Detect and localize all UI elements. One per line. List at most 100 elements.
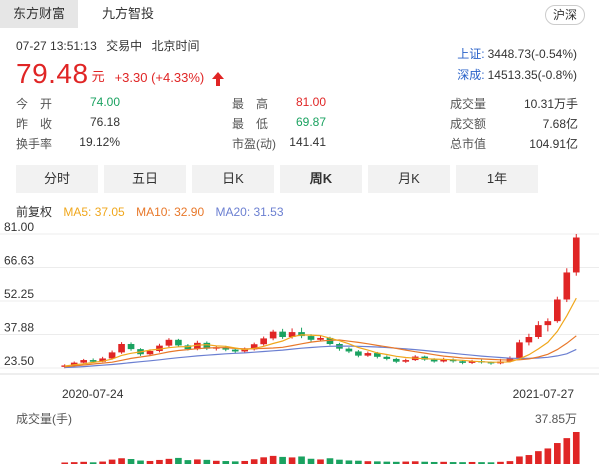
stat-label: 市盈(动): [232, 137, 276, 151]
stat-value: 76.18: [89, 115, 120, 129]
candle-body: [279, 331, 286, 338]
stat-label: 今 开: [16, 97, 53, 111]
stat-label: 最 高: [232, 97, 269, 111]
stat-row: 换手率 19.12% 市盈(动) 141.41 总市值 104.91亿: [16, 133, 581, 153]
stat-label: 成交额: [450, 117, 487, 131]
candle-body: [430, 359, 438, 362]
candle-body: [146, 350, 154, 355]
index-shanghai[interactable]: 上证: 3448.73(-0.54%): [457, 45, 577, 62]
top-tab-bar: 东方财富 九方智投 沪深: [0, 0, 599, 30]
y-tick-label: 37.88: [4, 321, 34, 335]
candle-body: [307, 336, 315, 340]
period-tab[interactable]: 月K: [368, 165, 450, 193]
period-tab[interactable]: 1年: [456, 165, 538, 193]
candle-body: [269, 331, 277, 339]
x-tick-label: 2021-07-27: [513, 387, 575, 401]
volume-bar: [165, 458, 173, 464]
volume-bar: [127, 459, 135, 464]
volume-bar: [203, 459, 211, 464]
index-name: 深成:: [457, 68, 485, 82]
y-tick-label: 66.63: [4, 254, 34, 268]
candle-body: [89, 360, 97, 362]
stat-value: 104.91亿: [529, 137, 578, 151]
quote-datetime: 07-27 13:51:13: [16, 39, 97, 53]
candle-body: [317, 337, 324, 340]
stat-row: 昨 收 76.18 最 低 69.87 成交额 7.68亿: [16, 113, 581, 133]
period-tab[interactable]: 分时: [16, 165, 98, 193]
candle-body: [364, 353, 372, 356]
volume-bar: [108, 459, 116, 464]
period-tab-bar: 分时 五日 日K 周K 月K 1年: [16, 165, 581, 193]
volume-bar: [288, 457, 296, 464]
stat-label: 总市值: [450, 137, 487, 151]
candle-body: [165, 339, 173, 346]
stat-label: 换手率: [16, 137, 53, 151]
current-price: 79.48: [16, 58, 89, 89]
y-tick-label: 23.50: [4, 354, 34, 368]
volume-chart[interactable]: [0, 428, 599, 464]
candle-body: [127, 343, 135, 350]
trading-status: 交易中: [106, 39, 143, 53]
candlestick-chart[interactable]: 81.00 66.63 52.25 37.88 23.50 2020-07-24 2021-…: [0, 222, 599, 408]
market-select-button[interactable]: 沪深: [544, 5, 585, 25]
candle-body: [563, 272, 571, 300]
volume-bar: [525, 455, 533, 464]
volume-bar: [260, 457, 267, 464]
volume-bar: [194, 459, 201, 464]
stat-value: 7.68亿: [542, 117, 578, 131]
tab-jiufang[interactable]: 九方智投: [92, 0, 164, 28]
candle-body: [175, 339, 182, 346]
period-tab[interactable]: 五日: [104, 165, 186, 193]
volume-bar: [307, 458, 315, 464]
price-unit: 元: [91, 69, 105, 84]
stat-value: 74.00: [89, 95, 120, 109]
volume-bar: [279, 456, 286, 464]
stat-value: 10.31万手: [523, 97, 578, 111]
volume-bar: [336, 459, 343, 464]
volume-bar: [175, 457, 182, 464]
volume-bar: [345, 460, 353, 464]
up-arrow-icon: [212, 72, 225, 86]
stat-value: 69.87: [295, 115, 326, 129]
index-shenzhen[interactable]: 深成: 14513.35(-0.8%): [457, 66, 577, 83]
ma-legend: 前复权 MA5: 37.05 MA10: 32.90 MA20: 31.53: [16, 203, 292, 220]
candle-body: [525, 337, 533, 343]
adjust-mode-label[interactable]: 前复权: [16, 205, 52, 219]
volume-bar: [118, 458, 125, 464]
volume-bar: [137, 460, 144, 464]
volume-bar: [563, 438, 571, 464]
candle-body: [392, 358, 400, 362]
period-tab[interactable]: 周K: [280, 165, 362, 193]
volume-bar: [317, 459, 324, 464]
candle-body: [260, 338, 267, 345]
volume-bar: [535, 451, 542, 464]
volume-bar: [184, 460, 192, 464]
volume-max-label: 37.85万: [534, 412, 577, 426]
candle-body: [402, 360, 410, 362]
stat-label: 最 低: [232, 117, 269, 131]
price-change: +3.30 (+4.33%): [114, 70, 205, 85]
candle-body: [345, 348, 353, 352]
timezone-label: 北京时间: [151, 39, 200, 53]
volume-bar: [516, 456, 523, 464]
price-row: 79.48 元 +3.30 (+4.33%): [16, 55, 225, 89]
candle-body: [544, 321, 552, 326]
period-tab[interactable]: 日K: [192, 165, 274, 193]
y-tick-label: 52.25: [4, 287, 34, 301]
candle-body: [572, 237, 580, 273]
volume-title: 成交量(手): [16, 412, 72, 426]
volume-bar: [544, 448, 552, 464]
volume-bar: [269, 455, 277, 464]
candle-body: [516, 342, 523, 358]
tab-eastmoney[interactable]: 东方财富: [0, 0, 78, 28]
index-value: 3448.73(-0.54%): [487, 47, 577, 61]
stat-value: 81.00: [295, 95, 326, 109]
volume-bar: [250, 459, 258, 464]
candle-body: [231, 349, 239, 352]
candle-body: [459, 361, 466, 363]
stat-label: 昨 收: [16, 117, 53, 131]
ma5-label: MA5: 37.05: [63, 205, 125, 219]
stat-value: 19.12%: [79, 135, 120, 149]
volume-bar: [326, 458, 334, 464]
y-tick-label: 81.00: [4, 222, 34, 234]
